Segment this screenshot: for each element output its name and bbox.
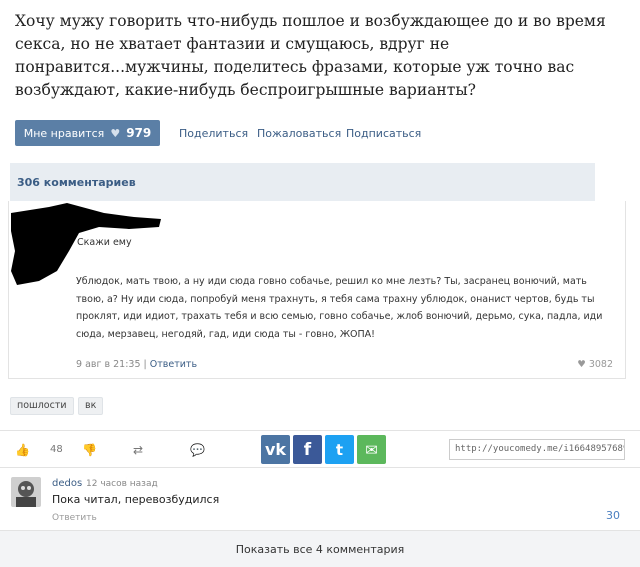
comment-author: Скажи ему [77,237,132,248]
vk-icon: vk [264,440,287,459]
comments-header: 306 комментариев [10,163,595,201]
avatar[interactable] [11,477,41,507]
facebook-share-button[interactable]: f [293,435,322,464]
comment-username[interactable]: dedos [52,478,82,489]
reply-link[interactable]: Ответить [52,513,97,523]
repost-icon[interactable]: ⇄ [133,443,143,457]
comment-score: 30 [606,509,620,522]
stats-row: 👍 48 👎 ⇄ 💬 vk f t ✉ http://youcomedy.me/… [0,430,640,468]
report-link[interactable]: Пожаловаться [257,127,341,140]
email-share-button[interactable]: ✉ [357,435,386,464]
thumbs-up-icon[interactable]: 👍 [15,443,30,457]
comment-meta: 9 авг в 21:35 | Ответить [76,359,197,370]
tag-vk[interactable]: вк [78,397,104,415]
like-count: 979 [126,126,152,140]
share-link[interactable]: Поделиться [179,127,248,140]
comment-likes: ♥ 3082 [577,359,613,370]
facebook-icon: f [303,439,312,460]
comment-icon[interactable]: 💬 [190,443,205,457]
vk-share-button[interactable]: vk [261,435,290,464]
email-icon: ✉ [365,440,378,459]
show-all-label: Показать все 4 комментария [235,542,405,556]
thumbs-down-icon[interactable]: 👎 [82,443,97,457]
heart-icon: ♥ [110,126,121,140]
comment-time: 12 часов назад [86,479,158,489]
comment-reply-link[interactable]: Ответить [150,359,197,370]
meta-separator: | [143,359,147,370]
comment-date: 9 авг в 21:35 [76,359,141,370]
likes-count: 48 [50,444,63,455]
like-button[interactable]: Мне нравится ♥ 979 [15,120,160,146]
subscribe-link[interactable]: Подписаться [346,127,421,140]
post-url-field[interactable]: http://youcomedy.me/i16648957689 [449,439,625,460]
post-text: Хочу мужу говорить что-нибудь пошлое и в… [15,12,606,99]
screenshot-comment: Скажи ему Ублюдок, мать твою, а ну иди с… [8,201,626,379]
comment-text: Пока читал, перевозбудился [52,493,220,506]
tag-poshlosti[interactable]: пошлости [10,397,74,415]
comments-count[interactable]: 306 комментариев [17,176,136,189]
comment-body: Ублюдок, мать твою, а ну иди сюда говно … [76,276,603,340]
twitter-share-button[interactable]: t [325,435,354,464]
show-all-comments-button[interactable]: Показать все 4 комментария [0,530,640,567]
twitter-icon: t [335,440,344,459]
heart-icon: ♥ [577,359,586,370]
comment-likes-count: 3082 [588,359,613,370]
like-label: Мне нравится [23,126,105,140]
